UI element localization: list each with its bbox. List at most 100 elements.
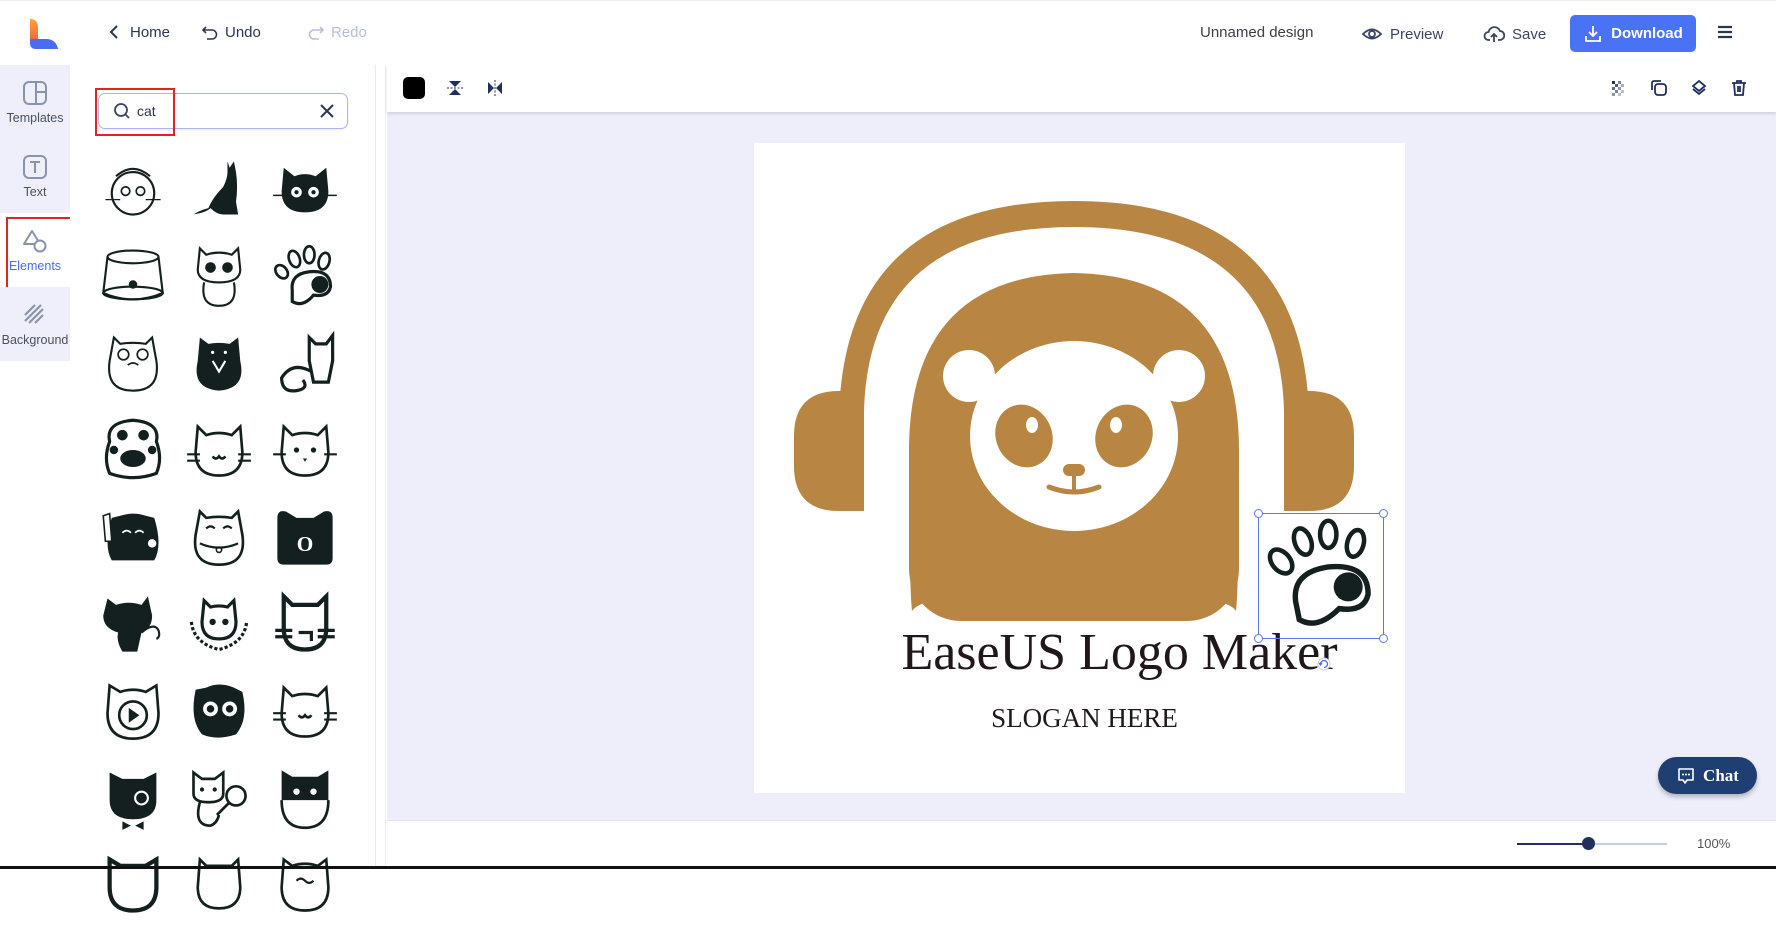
undo-label: Undo [225, 23, 261, 41]
rotate-handle-icon[interactable] [1317, 657, 1331, 671]
result-item[interactable] [176, 841, 262, 928]
app-logo-icon[interactable] [28, 17, 60, 51]
text-icon [23, 155, 47, 179]
grumpy-cat-icon [108, 334, 158, 392]
result-item[interactable] [262, 667, 348, 754]
flip-horizontal-icon[interactable] [485, 78, 505, 98]
preview-label: Preview [1390, 25, 1444, 43]
undo-button[interactable]: Undo [201, 23, 261, 41]
cat-food-bowl-icon [102, 248, 164, 300]
cat-face-hat-icon [105, 167, 161, 216]
result-item[interactable] [90, 145, 176, 232]
result-item[interactable] [176, 754, 262, 841]
result-item[interactable] [90, 841, 176, 928]
result-item[interactable] [176, 145, 262, 232]
result-item[interactable] [90, 493, 176, 580]
top-bar: Home Undo Redo Unnamed design Preview Sa… [0, 0, 1776, 65]
result-item[interactable] [90, 319, 176, 406]
sidebar: Templates Text Elements Background [0, 65, 72, 869]
download-icon [1585, 25, 1602, 42]
resize-handle-se[interactable] [1379, 634, 1388, 643]
result-item[interactable] [90, 667, 176, 754]
result-item[interactable] [262, 754, 348, 841]
cat-graduate-icon [193, 683, 245, 738]
sidebar-item-label: Text [23, 185, 47, 199]
result-item[interactable] [176, 406, 262, 493]
chat-button[interactable]: Chat [1658, 757, 1757, 794]
cat-magnifier-icon [192, 769, 247, 827]
flip-vertical-icon[interactable] [445, 78, 465, 98]
design-title[interactable]: Unnamed design [1200, 24, 1313, 41]
result-item[interactable] [176, 667, 262, 754]
bottom-bar: 100% [387, 820, 1776, 866]
result-item[interactable] [176, 580, 262, 667]
result-item[interactable] [176, 232, 262, 319]
sidebar-item-templates[interactable]: Templates [0, 65, 70, 139]
background-icon [24, 304, 44, 324]
canvas-area[interactable]: EaseUS Logo Maker SLOGAN HERE [387, 112, 1776, 820]
result-item[interactable] [176, 319, 262, 406]
cat-back-silhouette-icon [103, 595, 161, 652]
resize-handle-ne[interactable] [1379, 509, 1388, 518]
sidebar-item-background[interactable]: Background [0, 287, 70, 361]
hamburger-menu-icon[interactable] [1716, 23, 1734, 41]
zoom-slider-knob[interactable] [1581, 837, 1595, 850]
download-button[interactable]: Download [1570, 15, 1696, 52]
result-item[interactable] [262, 232, 348, 319]
cat-paw-outline-icon [274, 244, 333, 305]
sidebar-item-elements[interactable]: Elements [0, 213, 72, 289]
zoom-level-text: 100% [1697, 836, 1731, 851]
svg-text:O: O [297, 531, 314, 555]
templates-icon [23, 81, 47, 105]
preview-button[interactable]: Preview [1361, 23, 1443, 45]
save-button[interactable]: Save [1483, 23, 1546, 45]
cute-cat-face-icon [273, 423, 337, 477]
result-item[interactable] [90, 232, 176, 319]
fill-color-swatch[interactable] [403, 77, 425, 99]
zoom-slider[interactable] [1517, 837, 1667, 850]
layers-icon[interactable] [1689, 78, 1709, 98]
duplicate-icon[interactable] [1649, 78, 1669, 98]
home-label: Home [130, 23, 171, 41]
paw-print-icon [104, 418, 162, 479]
redo-button[interactable]: Redo [307, 23, 367, 41]
cat-bowtie-icon [109, 772, 157, 830]
element-toolbar [387, 65, 1776, 112]
result-item[interactable] [90, 406, 176, 493]
resize-handle-sw[interactable] [1254, 634, 1263, 643]
cat-whiskers-frame-icon [275, 590, 335, 652]
black-cat-face-icon [273, 167, 337, 212]
delete-icon[interactable] [1729, 78, 1749, 98]
result-item[interactable] [262, 580, 348, 667]
result-item[interactable] [90, 754, 176, 841]
result-item[interactable] [262, 841, 348, 928]
artboard[interactable]: EaseUS Logo Maker SLOGAN HERE [754, 143, 1405, 793]
result-item[interactable]: O [262, 493, 348, 580]
chat-label: Chat [1703, 765, 1739, 785]
sidebar-item-text[interactable]: Text [0, 139, 70, 213]
eye-icon [1361, 28, 1383, 40]
cloud-upload-icon [1483, 26, 1505, 42]
search-input[interactable] [137, 103, 307, 119]
search-icon [114, 103, 130, 119]
transparency-icon[interactable] [1609, 78, 1629, 98]
slogan-text[interactable]: SLOGAN HERE [754, 703, 1405, 734]
result-item[interactable] [90, 580, 176, 667]
redo-icon [308, 26, 325, 40]
result-item[interactable] [262, 145, 348, 232]
save-label: Save [1512, 25, 1547, 43]
result-item[interactable] [262, 406, 348, 493]
element-results-grid: O [90, 145, 360, 928]
result-item[interactable] [176, 493, 262, 580]
lucky-cat-icon [102, 512, 159, 560]
cat-in-suit-icon [196, 337, 242, 391]
cat-ears-badge-icon: O [277, 510, 333, 565]
search-box [98, 93, 348, 129]
elements-panel: O [70, 65, 376, 913]
result-item[interactable] [262, 319, 348, 406]
resize-handle-nw[interactable] [1254, 509, 1263, 518]
clear-search-icon[interactable] [319, 103, 335, 119]
cat-silhouette-sitting-icon [193, 160, 239, 214]
chevron-left-icon [109, 25, 118, 39]
home-button[interactable]: Home [106, 23, 170, 41]
